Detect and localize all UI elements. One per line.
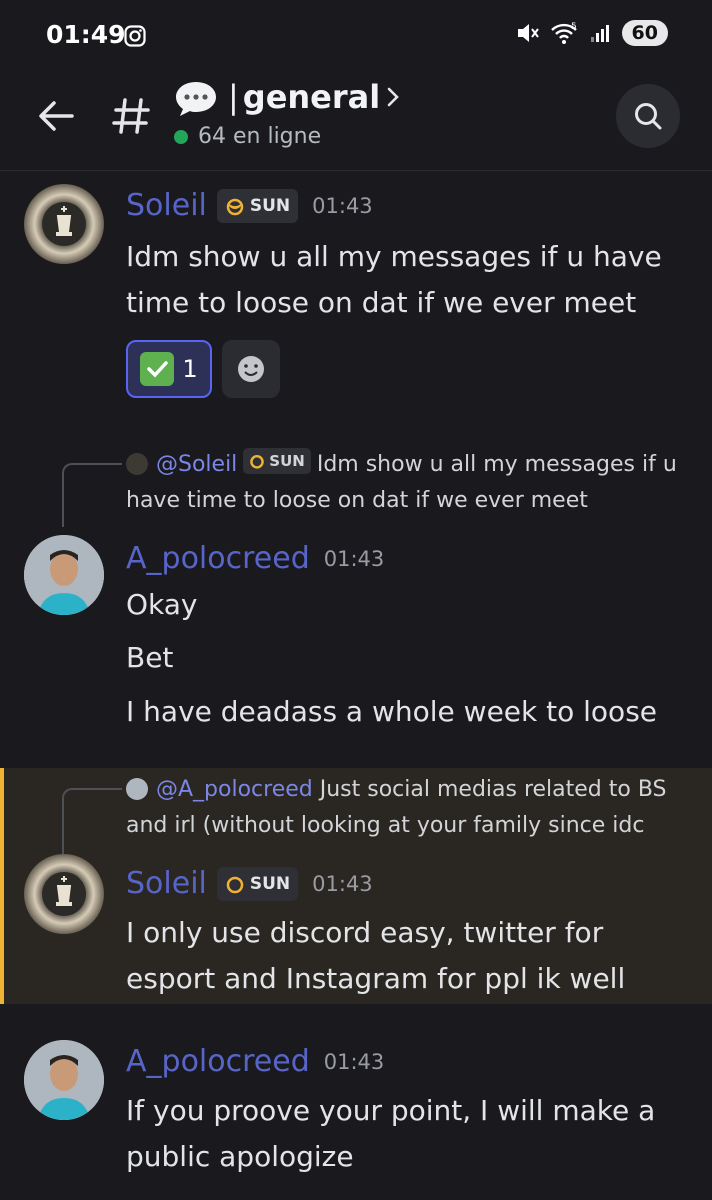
message-text: If you proove your point, I will make a … (126, 1094, 656, 1173)
username[interactable]: A_polocreed (126, 541, 310, 576)
reply-tag-label: SUN (269, 452, 305, 470)
search-button[interactable] (616, 84, 680, 148)
online-status-dot (174, 130, 188, 144)
check-mark-icon (140, 352, 175, 386)
username[interactable]: Soleil (126, 188, 207, 223)
channel-header: | general 64 en ligne (0, 70, 712, 171)
emoji-smile-icon (238, 356, 264, 382)
user-tag: SUN (216, 866, 299, 901)
user-photo-icon (24, 1040, 104, 1120)
battery-indicator: 60 (621, 20, 668, 46)
status-time: 01:49 (46, 20, 126, 49)
reaction-button[interactable]: 1 (126, 340, 212, 398)
channel-name: general (242, 78, 381, 116)
reply-preview[interactable]: @Soleil SUN Idm show u all my messages if … (126, 447, 686, 519)
avatar[interactable] (24, 854, 104, 934)
timestamp: 01:43 (323, 546, 385, 571)
reply-user-tag: SUN (243, 448, 311, 474)
chess-king-icon (42, 872, 86, 916)
crescent-icon (226, 198, 244, 215)
reply-mention: @Soleil (156, 452, 238, 477)
reply-mention: @A_polocreed (156, 777, 313, 802)
user-tag-label: SUN (249, 195, 291, 216)
avatar[interactable] (24, 184, 104, 264)
message-text: Okay (126, 588, 198, 621)
message[interactable]: @Soleil SUN Idm show u all my messages if … (0, 445, 712, 745)
avatar[interactable] (24, 535, 104, 615)
add-reaction-button[interactable] (222, 340, 280, 398)
speech-bubble-icon (176, 82, 216, 116)
status-icons: 5 60 (516, 20, 668, 46)
message[interactable]: A_polocreed 01:43 If you proove your poi… (0, 1040, 712, 1190)
wifi-icon: 5 (550, 22, 577, 44)
timestamp: 01:43 (312, 193, 373, 218)
mute-icon (517, 24, 539, 42)
reaction-count: 1 (182, 355, 198, 383)
instagram-icon (124, 25, 146, 47)
channel-title[interactable]: | general (228, 78, 380, 116)
chess-king-icon (42, 202, 86, 246)
channel-separator: | (228, 78, 239, 116)
search-icon (635, 103, 662, 130)
status-bar: 01:49 5 60 (0, 0, 712, 70)
message[interactable]: Soleil SUN 01:43 Idm show u all my messa… (0, 180, 712, 410)
wifi-label: 5 (571, 22, 577, 32)
user-tag-label: SUN (249, 873, 291, 894)
highlighted-message[interactable]: @A_polocreed Just social medias related … (0, 768, 712, 1004)
crescent-icon (250, 455, 265, 469)
message-text: Bet (126, 641, 174, 674)
online-count: 64 en ligne (198, 124, 322, 149)
chevron-right-icon[interactable] (384, 86, 402, 108)
back-arrow-icon[interactable] (34, 94, 78, 138)
crescent-icon (226, 876, 244, 893)
reply-connector (62, 463, 122, 527)
message-text: I have deadass a whole week to loose (126, 695, 658, 728)
reply-avatar (126, 453, 148, 475)
timestamp: 01:43 (312, 871, 373, 896)
timestamp: 01:43 (323, 1049, 385, 1074)
avatar[interactable] (24, 1040, 104, 1120)
username[interactable]: Soleil (126, 866, 207, 901)
message-text: Idm show u all my messages if u have tim… (126, 240, 662, 319)
reply-preview[interactable]: @A_polocreed Just social medias related … (126, 772, 686, 844)
user-photo-icon (24, 535, 104, 615)
message-text: I only use discord easy, twitter for esp… (126, 916, 626, 995)
reply-connector (62, 788, 122, 860)
signal-icon (590, 25, 609, 42)
username[interactable]: A_polocreed (126, 1044, 310, 1079)
reply-avatar (126, 778, 148, 800)
user-tag: SUN (216, 188, 299, 223)
channel-hash-icon (112, 98, 150, 134)
